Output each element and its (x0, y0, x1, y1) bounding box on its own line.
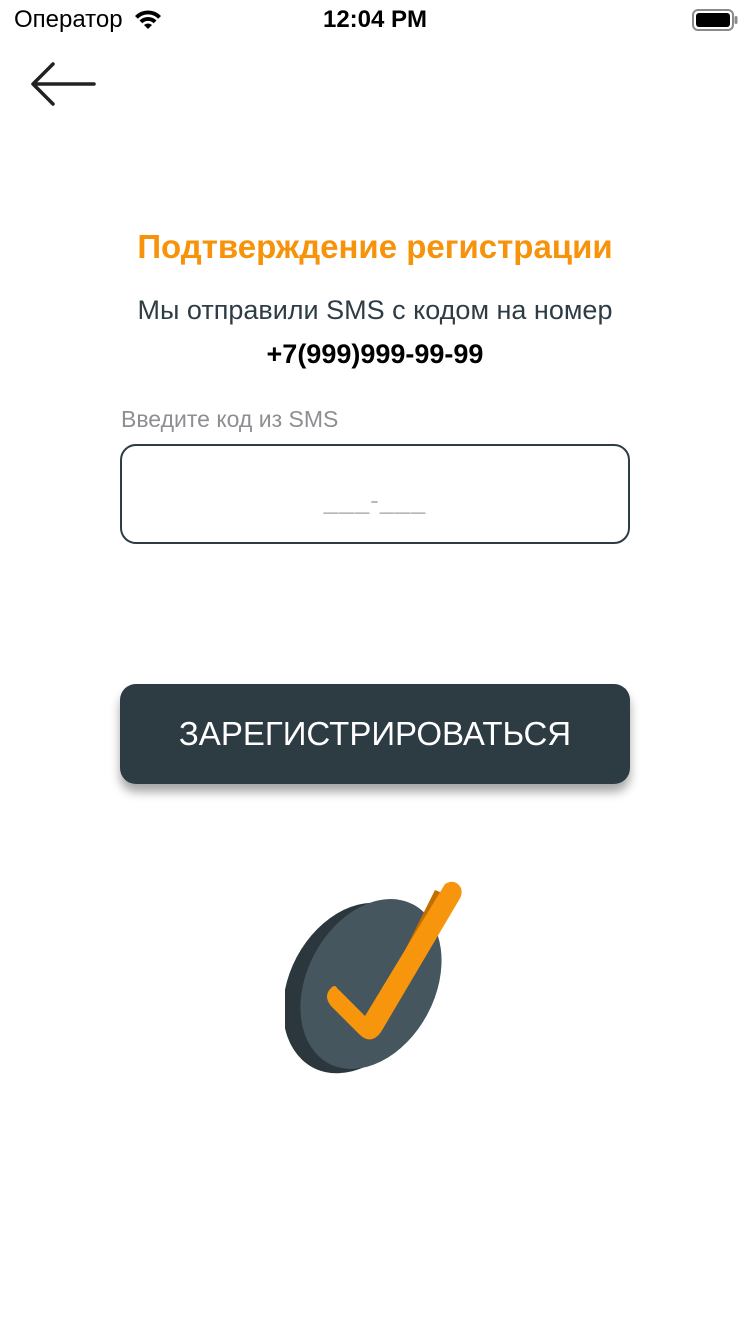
register-button[interactable]: ЗАРЕГИСТРИРОВАТЬСЯ (120, 684, 630, 784)
checkmark-badge-icon (285, 881, 462, 1074)
phone-number: +7(999)999-99-99 (266, 339, 484, 369)
battery-icon (692, 9, 738, 31)
confirmation-screen: Оператор 12:04 PM Подтверждение регистра… (0, 0, 750, 1334)
sms-sent-message: Мы отправили SMS с кодом на номер (137, 295, 613, 325)
code-input-placeholder: ___-___ (323, 484, 427, 515)
sms-code-input[interactable]: ___-___ (120, 444, 630, 544)
status-time: 12:04 PM (322, 6, 428, 33)
arrow-left-icon (31, 62, 96, 106)
code-input-label: Введите код из SMS (121, 406, 339, 432)
status-bar: Оператор 12:04 PM (0, 0, 750, 40)
page-title: Подтверждение регистрации (137, 228, 613, 265)
back-button[interactable] (26, 56, 100, 112)
